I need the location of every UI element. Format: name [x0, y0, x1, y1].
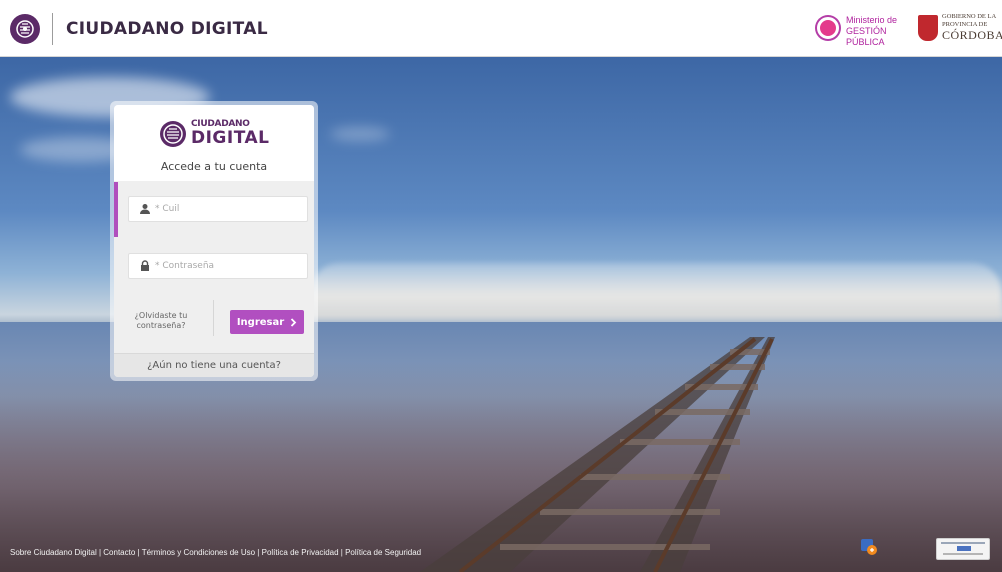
ciudadano-digital-logo-icon[interactable] [10, 14, 40, 44]
cuil-input[interactable] [155, 201, 303, 217]
railway-track [420, 337, 775, 572]
forgot-line2: contraseña? [136, 321, 186, 330]
password-input[interactable] [155, 258, 303, 274]
user-icon [140, 204, 150, 214]
badge-line [943, 553, 983, 555]
login-subtitle: Accede a tu cuenta [160, 160, 268, 173]
cuil-field[interactable] [128, 196, 308, 222]
province-line1: GOBIERNO DE LA [942, 13, 997, 20]
footer-link-terms[interactable]: Términos y Condiciones de Uso [142, 548, 255, 557]
ministry-icon [817, 17, 839, 39]
ministry-line2: GESTIÓN PÚBLICA [846, 26, 887, 47]
cloud [330, 127, 390, 141]
ministry-text: Ministerio de GESTIÓN PÚBLICA [846, 15, 912, 48]
login-card-inner: CIUDADANO DIGITAL Accede a tu cuenta ¿Ol… [114, 105, 314, 377]
footer-link-security[interactable]: Política de Seguridad [345, 548, 421, 557]
login-button-label: Ingresar [236, 316, 285, 328]
accessibility-icon[interactable] [860, 538, 878, 556]
fingerprint-icon [163, 124, 183, 144]
login-card: CIUDADANO DIGITAL Accede a tu cuenta ¿Ol… [110, 101, 318, 381]
header-separator [52, 13, 53, 45]
forgot-line1: ¿Olvidaste tu [134, 311, 188, 320]
top-header: CIUDADANO DIGITAL Ministerio de GESTIÓN … [0, 0, 1002, 57]
lock-icon [141, 260, 149, 271]
province-line3: CÓRDOBA [942, 28, 1002, 42]
security-badge[interactable] [936, 538, 990, 560]
app-title: CIUDADANO DIGITAL [66, 19, 268, 39]
ciudadano-digital-brand: CIUDADANO DIGITAL [160, 119, 270, 149]
province-shield-icon [918, 15, 938, 41]
fingerprint-icon [16, 20, 34, 38]
footer-link-privacy[interactable]: Política de Privacidad [262, 548, 339, 557]
badge-line [941, 542, 985, 544]
ministry-logo[interactable]: Ministerio de GESTIÓN PÚBLICA [812, 14, 912, 47]
chevron-right-icon [291, 317, 297, 327]
badge-mark [957, 546, 971, 551]
forgot-password-link[interactable]: ¿Olvidaste tu contraseña? [130, 311, 192, 331]
footer-links: Sobre Ciudadano Digital | Contacto | Tér… [10, 548, 421, 557]
brand-big-text: DIGITAL [191, 128, 270, 148]
login-card-header: CIUDADANO DIGITAL Accede a tu cuenta [114, 105, 314, 181]
password-field[interactable] [128, 253, 308, 279]
brand-logo-icon [160, 121, 186, 147]
province-text: GOBIERNO DE LA PROVINCIA DE CÓRDOBA [942, 13, 1002, 42]
footer-link-contact[interactable]: Contacto [103, 548, 135, 557]
active-field-accent [114, 182, 118, 237]
login-button[interactable]: Ingresar [230, 310, 304, 334]
action-divider [213, 300, 214, 336]
province-logo[interactable]: GOBIERNO DE LA PROVINCIA DE CÓRDOBA [918, 13, 1002, 45]
ministry-line1: Ministerio de [846, 15, 898, 25]
footer-link-about[interactable]: Sobre Ciudadano Digital [10, 548, 97, 557]
signup-link[interactable]: ¿Aún no tiene una cuenta? [114, 353, 314, 377]
